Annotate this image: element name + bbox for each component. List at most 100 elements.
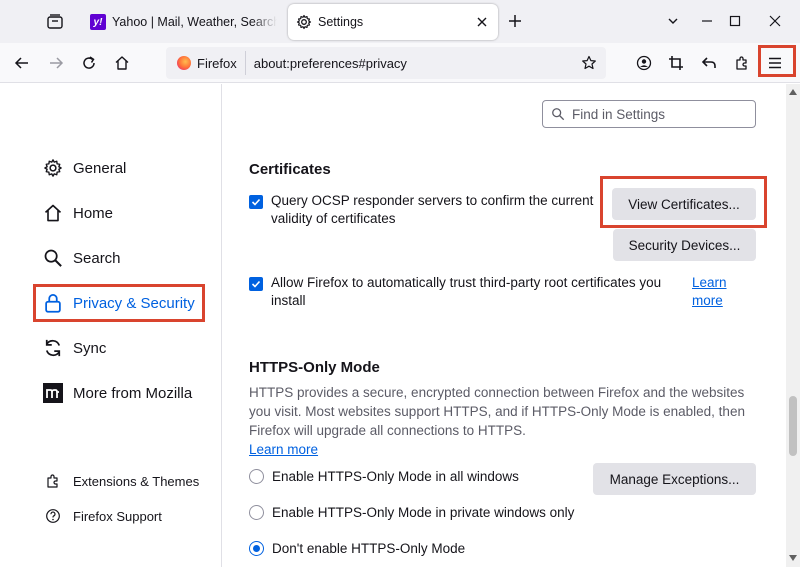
list-all-tabs-button[interactable]: [663, 11, 683, 31]
category-sync[interactable]: Sync: [42, 337, 106, 359]
certificates-heading: Certificates: [249, 161, 331, 178]
home-icon: [42, 202, 64, 224]
scrollbar-thumb[interactable]: [789, 396, 797, 456]
plus-icon: [509, 15, 521, 27]
close-icon: [769, 15, 781, 27]
https-only-private-windows-option[interactable]: Enable HTTPS-Only Mode in private window…: [249, 505, 574, 520]
chevron-down-icon: [668, 18, 678, 24]
https-only-learn-more-link[interactable]: Learn more: [249, 440, 759, 459]
footer-link-label: Extensions & Themes: [73, 473, 200, 489]
https-only-disabled-option[interactable]: Don't enable HTTPS-Only Mode: [249, 541, 465, 556]
url-bar[interactable]: Firefox about:preferences#privacy: [166, 47, 606, 79]
checkmark-icon: [251, 198, 261, 206]
close-window-button[interactable]: [765, 11, 785, 31]
account-button[interactable]: [632, 51, 656, 75]
gear-icon: [42, 157, 64, 179]
crop-icon: [669, 56, 683, 70]
category-label: General: [73, 159, 127, 177]
gear-icon: [296, 14, 312, 30]
auto-trust-checkbox-row[interactable]: Allow Firefox to automatically trust thi…: [249, 274, 685, 310]
help-icon: [44, 507, 62, 525]
radio-label: Enable HTTPS-Only Mode in private window…: [272, 505, 575, 520]
footer-link-label: Firefox Support: [73, 508, 162, 524]
back-button[interactable]: [10, 51, 34, 75]
security-devices-button[interactable]: Security Devices...: [613, 229, 756, 261]
arrow-right-icon: [50, 57, 64, 69]
manage-exceptions-button[interactable]: Manage Exceptions...: [593, 463, 756, 495]
preferences-content: General Home Search Privacy & Security S…: [0, 84, 800, 567]
category-label: More from Mozilla: [73, 384, 193, 402]
description-line: you visit. Most websites support HTTPS, …: [249, 404, 745, 419]
extensions-button[interactable]: [730, 51, 754, 75]
extensions-themes-link[interactable]: Extensions & Themes: [44, 472, 199, 490]
radio-button-selected[interactable]: [249, 541, 264, 556]
firefox-logo-icon: [177, 56, 191, 70]
bookmark-star-icon[interactable]: [580, 54, 598, 72]
tab-list-icon: [47, 14, 63, 29]
search-icon: [551, 107, 565, 121]
category-label: Search: [73, 249, 121, 267]
home-icon: [115, 56, 129, 70]
https-only-heading: HTTPS-Only Mode: [249, 359, 380, 376]
auto-trust-checkbox[interactable]: [249, 277, 263, 291]
firefox-support-link[interactable]: Firefox Support: [44, 507, 162, 525]
categories-sidebar: General Home Search Privacy & Security S…: [0, 84, 222, 567]
auto-trust-label-line1: Allow Firefox to automatically trust thi…: [271, 275, 662, 290]
auto-trust-label-line2: install: [271, 293, 306, 308]
yahoo-favicon-icon: y!: [90, 14, 106, 30]
identity-label: Firefox: [197, 55, 237, 71]
minimize-button[interactable]: [697, 11, 717, 31]
category-label: Sync: [73, 339, 107, 357]
description-line: HTTPS provides a secure, encrypted conne…: [249, 385, 745, 400]
tab-strip: y! Yahoo | Mail, Weather, Search, Politi…: [0, 0, 800, 43]
scroll-down-arrow-icon[interactable]: [789, 554, 797, 562]
puzzle-icon: [44, 472, 62, 490]
radio-label: Don't enable HTTPS-Only Mode: [272, 541, 466, 556]
ocsp-checkbox[interactable]: [249, 195, 263, 209]
ocsp-checkbox-row[interactable]: Query OCSP responder servers to confirm …: [249, 192, 593, 228]
certificates-learn-more-link[interactable]: Learn more: [692, 274, 727, 310]
maximize-button[interactable]: [725, 11, 745, 31]
tab-title: Settings: [318, 15, 364, 29]
tab-title: Yahoo | Mail, Weather, Search, Politics: [112, 15, 277, 29]
radio-button[interactable]: [249, 469, 264, 484]
mozilla-logo-icon: [42, 382, 64, 404]
search-icon: [42, 247, 64, 269]
learn-more-text: Learn: [692, 275, 727, 290]
account-icon: [636, 55, 652, 71]
maximize-icon: [729, 15, 741, 27]
forward-button[interactable]: [44, 51, 68, 75]
category-label: Home: [73, 204, 114, 222]
scroll-up-arrow-icon[interactable]: [789, 88, 797, 96]
https-only-description: HTTPS provides a secure, encrypted conne…: [249, 383, 759, 459]
reload-button[interactable]: [77, 51, 101, 75]
home-button[interactable]: [110, 51, 134, 75]
view-certificates-highlight: [600, 176, 767, 228]
close-tab-icon[interactable]: [474, 14, 490, 30]
tab-list-button[interactable]: [44, 11, 66, 33]
url-text[interactable]: about:preferences#privacy: [254, 56, 407, 71]
checkmark-icon: [251, 280, 261, 288]
radio-button[interactable]: [249, 505, 264, 520]
category-more-from-mozilla[interactable]: More from Mozilla: [42, 382, 192, 404]
https-only-all-windows-option[interactable]: Enable HTTPS-Only Mode in all windows: [249, 469, 519, 484]
tab-yahoo[interactable]: y! Yahoo | Mail, Weather, Search, Politi…: [82, 4, 282, 40]
arrow-left-icon: [14, 57, 28, 69]
screenshot-button[interactable]: [664, 51, 688, 75]
identity-box[interactable]: Firefox: [169, 51, 246, 75]
puzzle-icon: [736, 56, 747, 70]
tab-settings[interactable]: Settings: [288, 4, 498, 40]
reload-icon: [83, 56, 95, 69]
category-home[interactable]: Home: [42, 202, 113, 224]
nav-bar: Firefox about:preferences#privacy: [0, 43, 800, 83]
radio-label: Enable HTTPS-Only Mode in all windows: [272, 469, 519, 484]
new-tab-button[interactable]: [505, 11, 525, 31]
minimize-icon: [702, 20, 712, 22]
category-search[interactable]: Search: [42, 247, 121, 269]
description-line: Firefox will upgrade all connections to …: [249, 423, 526, 438]
vertical-scrollbar[interactable]: [786, 84, 800, 567]
learn-more-text: more: [692, 293, 723, 308]
category-general[interactable]: General: [42, 157, 126, 179]
find-in-settings-input[interactable]: Find in Settings: [542, 100, 756, 128]
undo-button[interactable]: [697, 51, 721, 75]
